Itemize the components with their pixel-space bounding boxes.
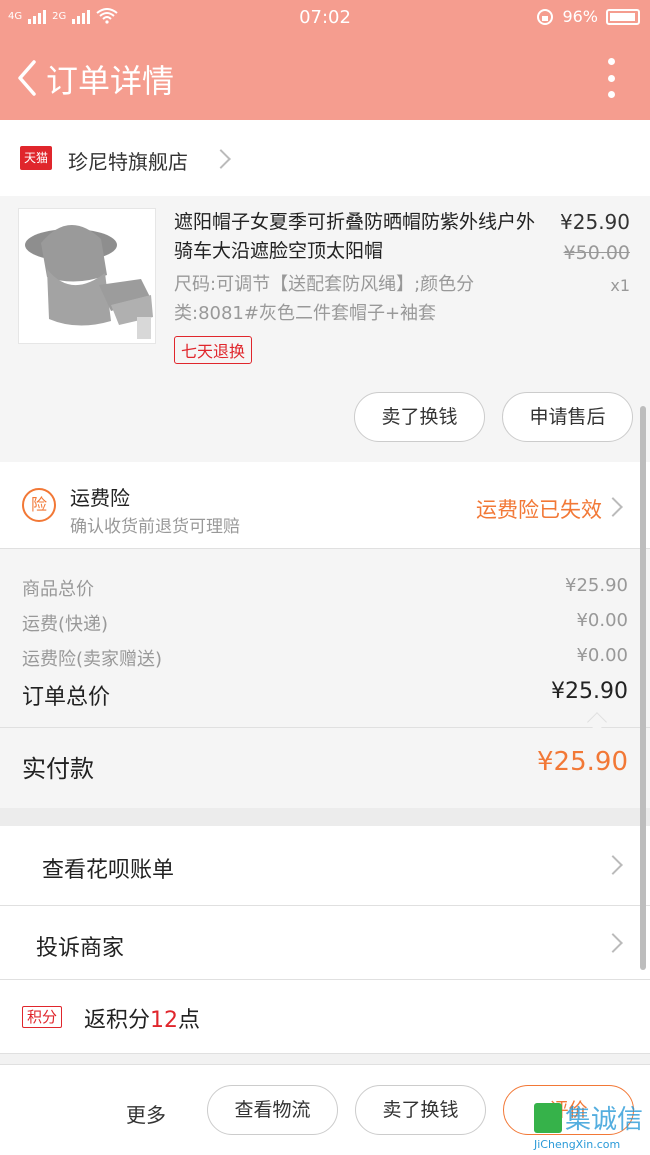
paid-label: 实付款 [22, 755, 94, 783]
summary-row-total: 订单总价 ¥25.90 [22, 679, 628, 711]
product-sku: 尺码:可调节【送配套防风绳】;颜色分类:8081#灰色二件套帽子+袖套 [174, 274, 475, 324]
tmall-badge: 天猫 [20, 146, 52, 170]
points-count: 12 [150, 1008, 179, 1033]
battery-icon [606, 8, 640, 25]
summary-value: ¥25.90 [565, 575, 628, 596]
page-title: 订单详情 [46, 62, 175, 100]
summary-row-goods: 商品总价 ¥25.90 [22, 575, 628, 601]
chevron-right-icon [603, 497, 623, 517]
insurance-subtitle: 确认收货前退货可理赔 [70, 517, 240, 537]
points-prefix: 返积分 [84, 1008, 151, 1033]
battery-percent: 96% [562, 7, 598, 26]
view-logistics-button[interactable]: 查看物流 [207, 1085, 338, 1135]
watermark-url: JiChengXin.com [534, 1138, 621, 1151]
huabei-bill-row[interactable]: 查看花呗账单 [0, 826, 650, 906]
rotation-lock-icon [537, 8, 554, 25]
sell-button-footer[interactable]: 卖了换钱 [355, 1085, 486, 1135]
divider [0, 727, 650, 728]
points-suffix: 点 [178, 1008, 201, 1033]
scrollbar[interactable] [640, 406, 646, 970]
summary-row-shipping: 运费(快递) ¥0.00 [22, 610, 628, 636]
product-quantity: x1 [610, 276, 630, 295]
total-value: ¥25.90 [551, 679, 628, 704]
complain-seller-label: 投诉商家 [36, 936, 125, 961]
points-badge: 积分 [22, 1006, 63, 1028]
summary-label: 商品总价 [22, 579, 94, 600]
insurance-status: 运费险已失效 [476, 498, 602, 522]
section-gap [0, 808, 650, 826]
paid-value: ¥25.90 [537, 747, 628, 777]
huabei-bill-label: 查看花呗账单 [42, 858, 175, 883]
shop-row[interactable]: 天猫 珍尼特旗舰店 [0, 120, 650, 196]
summary-label: 运费险(卖家赠送) [22, 649, 163, 670]
summary-label: 运费(快递) [22, 614, 109, 635]
caret-up-icon [587, 712, 607, 732]
insurance-icon: 险 [22, 488, 56, 522]
shipping-insurance-row[interactable]: 险 运费险 确认收货前退货可理赔 运费险已失效 [0, 462, 650, 548]
chevron-right-icon [603, 933, 623, 953]
total-label: 订单总价 [22, 685, 111, 710]
title-bar: 订单详情 [0, 34, 650, 120]
watermark-square-icon [534, 1102, 562, 1133]
watermark: 集诚信 JiChengXin.com [534, 1099, 646, 1153]
complain-seller-row[interactable]: 投诉商家 [0, 906, 650, 980]
chevron-right-icon [603, 855, 623, 875]
chevron-right-icon [211, 149, 231, 169]
points-text: 返积分12点 [84, 1002, 200, 1034]
product-card: 遮阳帽子女夏季可折叠防晒帽防紫外线户外骑车大沿遮脸空顶太阳帽 ¥25.90 ¥5… [0, 196, 650, 462]
shop-name[interactable]: 珍尼特旗舰店 [68, 146, 188, 175]
summary-value: ¥0.00 [576, 610, 628, 631]
product-price: ¥25.90 [560, 210, 630, 234]
back-arrow-icon[interactable] [12, 58, 48, 98]
watermark-logo: 集诚信 [534, 1099, 646, 1136]
summary-row-insurance: 运费险(卖家赠送) ¥0.00 [22, 645, 628, 671]
status-right: 96% [536, 7, 640, 26]
product-original-price: ¥50.00 [563, 242, 630, 264]
after-sale-button[interactable]: 申请售后 [502, 392, 633, 442]
product-title[interactable]: 遮阳帽子女夏季可折叠防晒帽防紫外线户外骑车大沿遮脸空顶太阳帽 [174, 208, 544, 266]
return-policy-tag: 七天退换 [174, 336, 253, 364]
more-menu-icon[interactable] [606, 58, 616, 98]
summary-value: ¥0.00 [576, 645, 628, 666]
points-row: 积分 返积分12点 [0, 980, 650, 1054]
status-bar: 4G 2G 07:02 96% [0, 0, 650, 34]
sell-button[interactable]: 卖了换钱 [354, 392, 485, 442]
watermark-text: 集诚信 [565, 1105, 644, 1135]
insurance-title: 运费险 [70, 486, 130, 510]
product-image[interactable] [18, 208, 156, 344]
price-summary: 商品总价 ¥25.90 运费(快递) ¥0.00 运费险(卖家赠送) ¥0.00… [0, 548, 650, 808]
more-button[interactable]: 更多 [126, 1099, 166, 1128]
